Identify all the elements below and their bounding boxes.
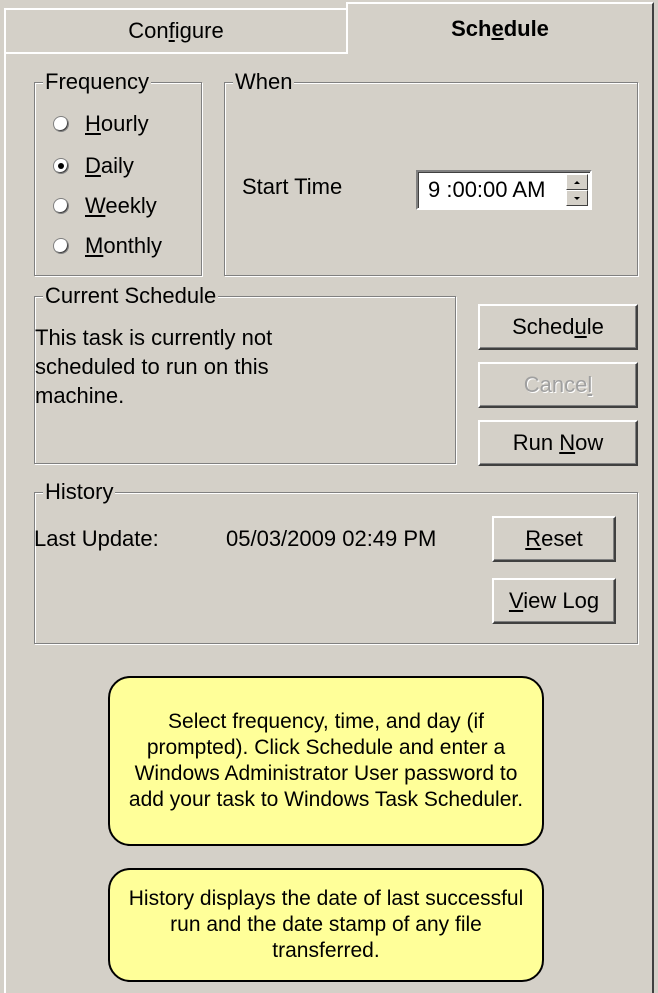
- history-legend: History: [43, 479, 116, 505]
- cancel-button-label: Cancel: [523, 372, 593, 397]
- radio-daily-indicator[interactable]: [53, 158, 69, 174]
- radio-hourly-indicator[interactable]: [53, 116, 69, 132]
- radio-monthly[interactable]: Monthly: [53, 233, 162, 259]
- view-log-button-label: View Log: [508, 588, 600, 613]
- tab-schedule-label: Schedule: [451, 16, 549, 41]
- cancel-button[interactable]: Cancel: [478, 362, 638, 408]
- spin-up-icon: [574, 180, 580, 184]
- radio-hourly[interactable]: Hourly: [53, 111, 149, 137]
- start-time-spinner[interactable]: [566, 174, 588, 206]
- run-now-button-label: Run Now: [512, 430, 604, 455]
- radio-daily-label: Daily: [85, 153, 134, 178]
- radio-monthly-indicator[interactable]: [53, 238, 69, 254]
- radio-monthly-label: Monthly: [85, 233, 163, 258]
- current-schedule-text: This task is currently not scheduled to …: [35, 325, 273, 408]
- frequency-legend: Frequency: [43, 69, 151, 95]
- tab-schedule[interactable]: Schedule: [346, 2, 654, 54]
- schedule-help-text: Select frequency, time, and day (if prom…: [128, 710, 524, 811]
- view-log-button[interactable]: View Log: [492, 578, 616, 624]
- radio-daily[interactable]: Daily: [53, 153, 134, 179]
- current-schedule-group: Current Schedule This task is currently …: [34, 283, 456, 464]
- schedule-button-label: Schedule: [512, 314, 604, 339]
- start-time-input[interactable]: 9 :00:00 AM: [416, 170, 592, 210]
- spin-down-icon: [574, 196, 580, 200]
- when-legend: When: [233, 69, 295, 95]
- last-update-label: Last Update:: [34, 526, 159, 551]
- radio-weekly-indicator[interactable]: [53, 198, 69, 214]
- frequency-group: Frequency Hourly Daily Weekly Monthly: [34, 69, 202, 276]
- radio-weekly-label: Weekly: [85, 193, 157, 218]
- reset-button-label: Reset: [525, 526, 583, 551]
- tab-configure-label: Configure: [128, 18, 224, 43]
- schedule-help-note: Select frequency, time, and day (if prom…: [108, 676, 544, 846]
- current-schedule-legend: Current Schedule: [43, 283, 219, 309]
- spin-down-button[interactable]: [566, 190, 588, 206]
- tab-configure[interactable]: Configure: [4, 8, 348, 52]
- start-time-label: Start Time: [242, 174, 343, 199]
- radio-weekly[interactable]: Weekly: [53, 193, 157, 219]
- run-now-button[interactable]: Run Now: [478, 420, 638, 466]
- schedule-button[interactable]: Schedule: [478, 304, 638, 350]
- history-help-note: History displays the date of last succes…: [108, 868, 544, 982]
- history-help-text: History displays the date of last succes…: [128, 887, 524, 962]
- radio-hourly-label: Hourly: [85, 111, 149, 136]
- spin-up-button[interactable]: [566, 174, 588, 190]
- last-update-value: 05/03/2009 02:49 PM: [226, 526, 437, 551]
- reset-button[interactable]: Reset: [492, 516, 616, 562]
- start-time-value: 9 :00:00 AM: [428, 177, 546, 202]
